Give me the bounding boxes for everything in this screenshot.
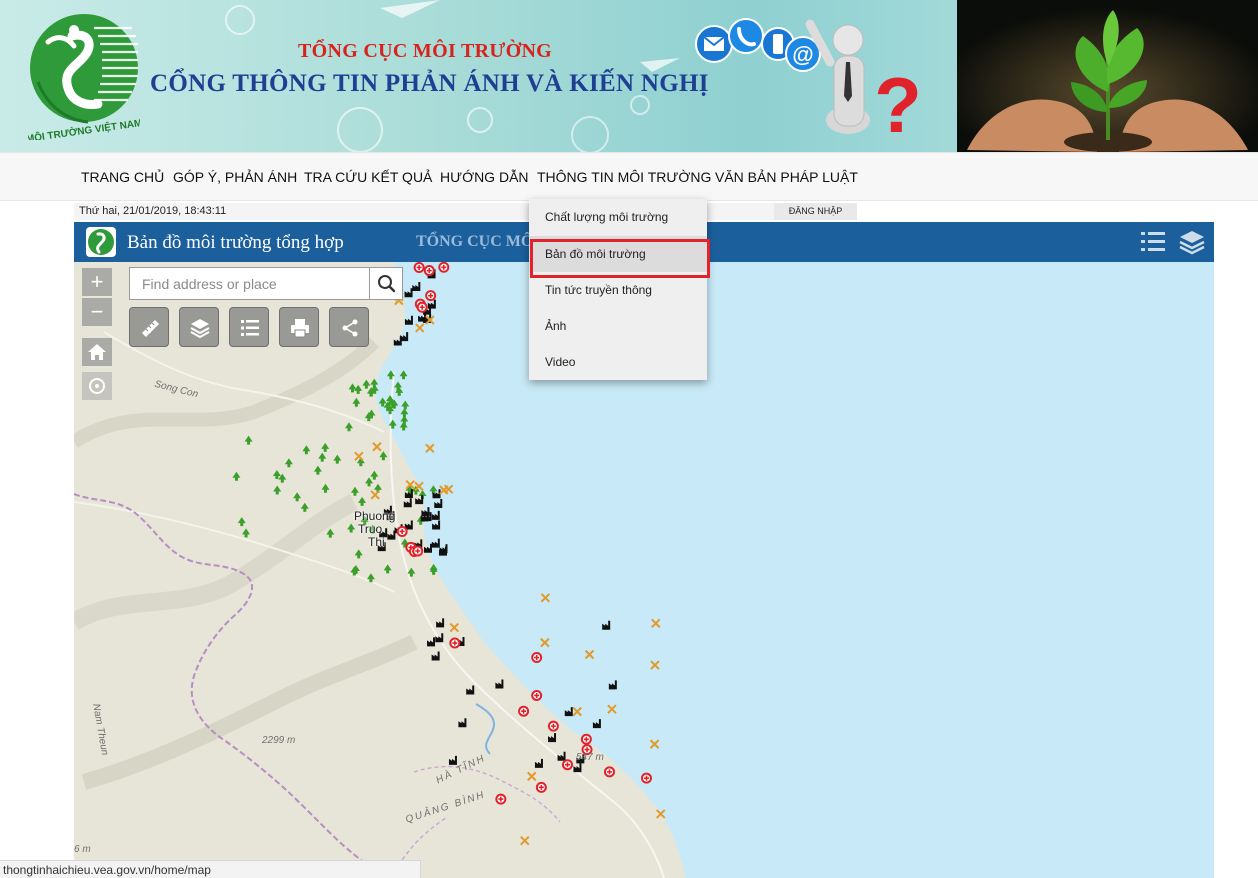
home-icon <box>88 344 106 360</box>
hospital-marker[interactable] <box>518 705 530 717</box>
dropdown-item-anh[interactable]: Ảnh <box>529 308 707 344</box>
nav-item-thong-tin-moi-truong[interactable]: THÔNG TIN MÔI TRƯỜNG <box>537 169 711 185</box>
hospital-marker[interactable] <box>535 781 547 793</box>
hospital-marker[interactable] <box>603 766 615 778</box>
dropdown-item-video[interactable]: Video <box>529 344 707 380</box>
hospital-marker[interactable] <box>449 637 461 649</box>
share-icon <box>342 319 358 337</box>
browser-status-url: thongtinhaichieu.vea.gov.vn/home/map <box>0 860 421 878</box>
page: MÔI TRƯỜNG VIỆT NAM TỔNG CỤC MÔI TRƯỜNG … <box>0 0 1258 878</box>
map-label-elevation-2299: 2299 m <box>262 735 296 746</box>
map-app-title: Bản đồ môi trường tổng hợp <box>127 232 344 253</box>
hospital-marker[interactable] <box>561 759 573 771</box>
hospital-marker[interactable] <box>580 733 592 745</box>
main-nav: TRANG CHỦ GÓP Ý, PHẢN ÁNH TRA CỨU KẾT QU… <box>0 152 1258 201</box>
nav-item-trang-chu[interactable]: TRANG CHỦ <box>81 169 164 185</box>
dropdown-item-tin-tuc-truyen-thong[interactable]: Tin tức truyền thông <box>529 272 707 308</box>
basemap-layers-button[interactable] <box>179 307 219 347</box>
current-datetime: Thứ hai, 21/01/2019, 18:43:11 <box>79 205 227 217</box>
map-app-org: TỔNG CỤC MÔ <box>416 233 534 250</box>
svg-text:?: ? <box>874 61 922 149</box>
hospital-marker[interactable] <box>425 290 437 302</box>
hospital-marker[interactable] <box>412 545 424 557</box>
hospital-marker[interactable] <box>640 772 652 784</box>
svg-text:@: @ <box>792 42 813 67</box>
layers-icon <box>190 319 210 339</box>
zoom-in-button[interactable]: + <box>82 268 112 296</box>
locate-button[interactable] <box>82 372 112 400</box>
search-input[interactable] <box>130 268 370 299</box>
layers-icon[interactable] <box>1178 229 1206 255</box>
dropdown-item-chat-luong-moi-truong[interactable]: Chất lượng môi trường <box>529 199 707 235</box>
nav-item-huong-dan[interactable]: HƯỚNG DẪN <box>440 169 529 185</box>
legend-list-icon[interactable] <box>1139 229 1167 255</box>
hospital-marker[interactable] <box>531 652 543 664</box>
hospital-marker[interactable] <box>396 525 408 537</box>
measure-tool-button[interactable] <box>129 307 169 347</box>
print-button[interactable] <box>279 307 319 347</box>
home-extent-button[interactable] <box>82 338 112 366</box>
hospital-marker[interactable] <box>413 262 425 273</box>
thong-tin-moi-truong-dropdown: Chất lượng môi trường Bản đồ môi trường … <box>529 199 707 380</box>
hospital-marker[interactable] <box>547 720 559 732</box>
hospital-marker[interactable] <box>531 689 543 701</box>
search-button[interactable] <box>369 268 402 299</box>
locate-icon <box>89 378 105 394</box>
hands-seedling-photo <box>957 0 1258 152</box>
map-app-logo <box>86 227 116 257</box>
map-label-elevation-547: 547 m <box>576 752 604 763</box>
share-button[interactable] <box>329 307 369 347</box>
hospital-marker[interactable] <box>423 265 435 277</box>
hospital-marker[interactable] <box>438 262 450 273</box>
contact-illustration: @ ? <box>695 18 922 149</box>
address-search <box>129 267 403 300</box>
zoom-out-button[interactable]: − <box>82 298 112 326</box>
moi-truong-viet-nam-logo: MÔI TRƯỜNG VIỆT NAM <box>28 14 140 140</box>
list-icon <box>241 320 259 336</box>
legend-button[interactable] <box>229 307 269 347</box>
dropdown-item-ban-do-moi-truong[interactable]: Bản đồ môi trường <box>529 236 707 272</box>
nav-item-van-ban-phap-luat[interactable]: VĂN BẢN PHÁP LUẬT <box>715 169 858 185</box>
nav-item-gop-y-phan-anh[interactable]: GÓP Ý, PHẢN ÁNH <box>173 169 297 185</box>
map-label-edge: 6 m <box>74 844 91 855</box>
map-label-city: Phuong Truo Thi <box>354 509 396 549</box>
printer-icon <box>291 319 309 338</box>
search-icon <box>378 275 396 293</box>
site-banner: MÔI TRƯỜNG VIỆT NAM TỔNG CỤC MÔI TRƯỜNG … <box>0 0 1258 152</box>
login-button[interactable]: ĐĂNG NHẬP <box>774 203 857 220</box>
banner-portal-title: CỔNG THÔNG TIN PHẢN ÁNH VÀ KIẾN NGHỊ <box>150 70 709 97</box>
banner-org-name: TỔNG CỤC MÔI TRƯỜNG <box>298 40 553 62</box>
hospital-marker[interactable] <box>495 793 507 805</box>
date-login-bar: Thứ hai, 21/01/2019, 18:43:11 ĐĂNG NHẬP <box>74 203 857 220</box>
nav-item-tra-cuu-ket-qua[interactable]: TRA CỨU KẾT QUẢ <box>304 169 432 185</box>
hospital-marker[interactable] <box>416 301 428 313</box>
ruler-icon <box>142 320 159 337</box>
